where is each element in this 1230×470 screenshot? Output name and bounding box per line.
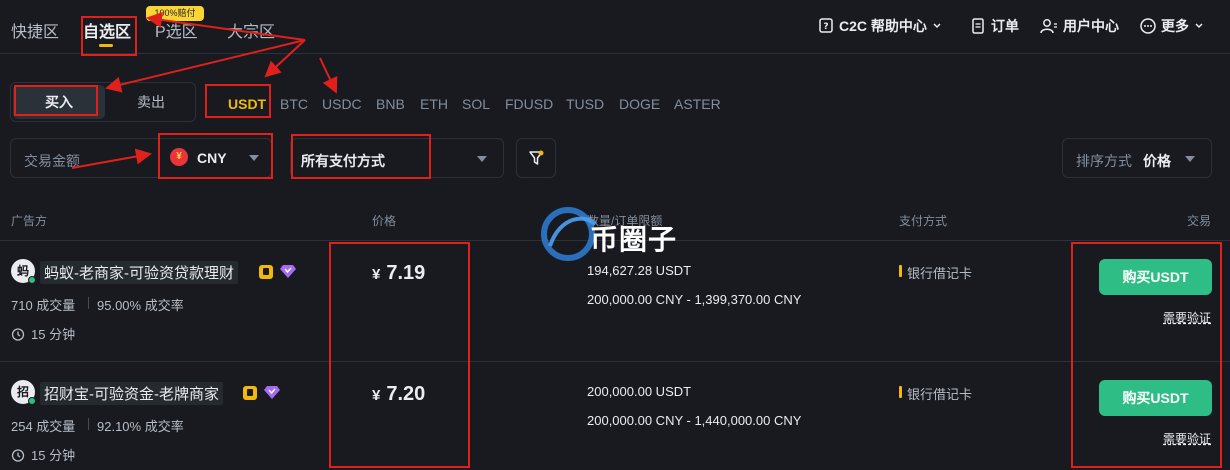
annotation-box <box>329 242 470 468</box>
order-limit: 200,000.00 CNY - 1,440,000.00 CNY <box>587 413 802 428</box>
merchant-name[interactable]: 招财宝-可验资金-老牌商家 <box>40 382 223 405</box>
header-payment: 支付方式 <box>899 214 948 228</box>
tab-block[interactable]: 大宗区 <box>227 18 275 42</box>
chevron-down-icon <box>933 23 941 29</box>
verified-diamond-icon <box>264 386 280 399</box>
clock-icon <box>11 327 25 341</box>
help-center-link[interactable]: ? C2C 帮助中心 <box>818 16 942 36</box>
more-icon <box>1140 18 1156 34</box>
payment-time: 15 分钟 <box>11 324 75 343</box>
time-label: 15 分钟 <box>31 327 76 342</box>
filter-button[interactable] <box>516 138 556 178</box>
merchant-name[interactable]: 蚂蚁-老商家-可验资贷款理财 <box>40 261 238 284</box>
avatar[interactable]: 招 <box>11 380 36 405</box>
completion-rate: 95.00% 成交率 <box>97 298 184 313</box>
watermark-text: 币圈子 <box>590 224 678 255</box>
chevron-down-icon <box>477 156 487 162</box>
sort-label: 排序方式 <box>1076 153 1132 169</box>
orders-link[interactable]: 订单 <box>970 16 1019 36</box>
svg-text:?: ? <box>823 22 828 32</box>
avatar[interactable]: 蚂 <box>11 259 36 284</box>
payment-method: 银行借记卡 <box>899 384 972 403</box>
orders-icon <box>972 18 984 34</box>
available-amount: 194,627.28 USDT <box>587 263 692 278</box>
user-center-label: 用户中心 <box>1063 18 1119 34</box>
help-center-label: C2C 帮助中心 <box>839 18 927 34</box>
divider <box>88 418 89 430</box>
annotation-box <box>291 134 431 179</box>
verified-diamond-icon <box>280 265 296 278</box>
promo-badge: 100%赔付 <box>146 6 204 21</box>
annotation-box <box>205 84 271 118</box>
coin-tusd[interactable]: TUSD <box>566 96 604 112</box>
annotation-box <box>14 85 98 116</box>
completion-rate: 92.10% 成交率 <box>97 419 184 434</box>
sort-value: 价格 <box>1143 153 1171 169</box>
top-navigation: 快捷区 自选区 P选区 大宗区 100%赔付 ? C2C 帮助中心 订单 用户中… <box>0 0 1230 54</box>
amount-placeholder: 交易金额 <box>24 153 80 169</box>
coin-eth[interactable]: ETH <box>420 96 448 112</box>
chevron-down-icon <box>1195 23 1203 29</box>
sell-tab[interactable]: 卖出 <box>107 85 195 119</box>
tab-p2p[interactable]: P选区 <box>155 18 198 42</box>
avatar-initial: 蚂 <box>16 264 29 278</box>
order-limit: 200,000.00 CNY - 1,399,370.00 CNY <box>587 292 802 307</box>
coin-sol[interactable]: SOL <box>462 96 490 112</box>
coin-btc[interactable]: BTC <box>280 96 308 112</box>
coin-aster[interactable]: ASTER <box>674 96 721 112</box>
annotation-box <box>158 133 273 179</box>
merchant-badge-icon <box>259 265 273 279</box>
header-advertiser: 广告方 <box>11 214 48 228</box>
available-amount: 200,000.00 USDT <box>587 384 692 399</box>
sort-select[interactable]: 排序方式 价格 <box>1062 138 1212 178</box>
trade-count: 254 成交量 <box>11 419 76 434</box>
divider <box>88 297 89 309</box>
annotation-arrow <box>319 57 338 94</box>
annotation-box <box>81 16 137 56</box>
coin-doge[interactable]: DOGE <box>619 96 660 112</box>
trade-count: 710 成交量 <box>11 298 76 313</box>
filter-icon <box>529 150 544 165</box>
coin-usdc[interactable]: USDC <box>322 96 362 112</box>
more-menu[interactable]: 更多 <box>1140 16 1204 36</box>
header-trade: 交易 <box>1187 214 1212 228</box>
user-center-link[interactable]: 用户中心 <box>1040 16 1119 36</box>
coin-fdusd[interactable]: FDUSD <box>505 96 553 112</box>
merchant-badge-icon <box>243 386 257 400</box>
divider <box>0 361 1230 362</box>
clock-icon <box>11 448 25 462</box>
avatar-initial: 招 <box>16 385 29 399</box>
more-label: 更多 <box>1161 18 1189 34</box>
header-price: 价格 <box>372 214 397 228</box>
tab-quick[interactable]: 快捷区 <box>11 18 59 42</box>
time-label: 15 分钟 <box>31 448 76 463</box>
chevron-down-icon <box>1185 156 1195 162</box>
help-icon: ? <box>819 18 833 33</box>
online-indicator <box>28 276 36 284</box>
coin-bnb[interactable]: BNB <box>376 96 405 112</box>
payment-method: 银行借记卡 <box>899 263 972 282</box>
payment-time: 15 分钟 <box>11 445 75 464</box>
orders-label: 订单 <box>991 18 1019 34</box>
user-icon <box>1040 19 1057 34</box>
online-indicator <box>28 397 36 405</box>
annotation-box <box>1071 242 1222 468</box>
